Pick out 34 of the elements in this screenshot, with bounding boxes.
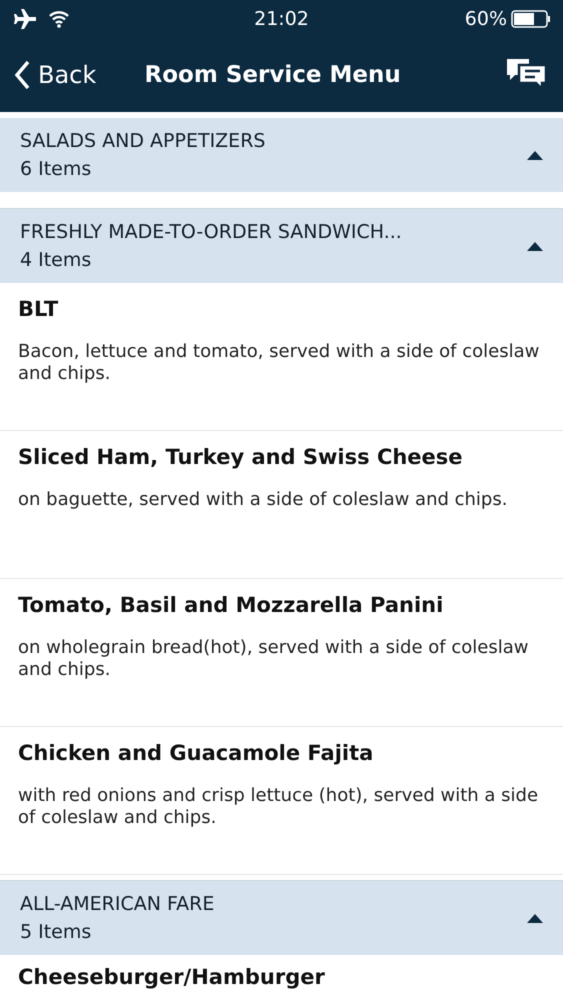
category-title: ALL-AMERICAN FARE <box>20 893 216 915</box>
item-name: Tomato, Basil and Mozzarella Panini <box>18 593 444 617</box>
item-description: Bacon, lettuce and tomato, served with a side of coleslaw and chips. <box>18 341 540 384</box>
battery-percent: 60% <box>464 8 508 30</box>
menu-item[interactable]: Sliced Ham, Turkey and Swiss Cheese on baguette, served with a side of coleslaw and chips. <box>0 431 563 579</box>
battery-icon <box>511 10 552 28</box>
item-name: Cheeseburger/Hamburger <box>18 965 326 989</box>
category-header[interactable]: ALL-AMERICAN FARE 5 Items <box>0 881 563 955</box>
menu-item[interactable]: BLT Bacon, lettuce and tomato, served with a side of coleslaw and chips. <box>0 283 563 431</box>
item-count: 6 Items <box>20 158 92 180</box>
item-count: 5 Items <box>20 921 92 943</box>
status-time: 21:02 <box>254 8 309 30</box>
menu-item[interactable]: Chicken and Guacamole Fajita with red onions and crisp lettuce (hot), served with a side of coleslaw and chips. <box>0 727 563 875</box>
item-name: Sliced Ham, Turkey and Swiss Cheese <box>18 445 464 469</box>
menu-item[interactable]: Tomato, Basil and Mozzarella Panini on wholegrain bread(hot), served with a side of coleslaw and chips. <box>0 579 563 727</box>
item-name: Chicken and Guacamole Fajita <box>18 741 374 765</box>
screen-title: Room Service Menu <box>144 62 402 88</box>
back-chevron-icon <box>14 60 30 90</box>
menu-item[interactable]: Cheeseburger/Hamburger <box>0 955 563 989</box>
airplane-icon <box>12 9 36 29</box>
item-description: on wholegrain bread(hot), served with a side of coleslaw and chips. <box>18 637 530 680</box>
back-button[interactable]: Back <box>14 60 96 90</box>
wifi-icon <box>48 10 70 28</box>
caret-up-icon <box>527 242 543 250</box>
category-title: SALADS AND APPETIZERS <box>20 130 266 152</box>
item-description: on baguette, served with a side of coleslaw and chips. <box>18 489 508 511</box>
caret-up-icon <box>527 914 543 922</box>
caret-up-icon <box>527 150 543 160</box>
item-name: BLT <box>18 297 60 321</box>
category-header[interactable]: SALADS AND APPETIZERS 6 Items <box>0 118 563 192</box>
item-description: with red onions and crisp lettuce (hot), served with a side of coleslaw and chips. <box>18 785 540 828</box>
category-title: FRESHLY MADE-TO-ORDER SANDWICH... <box>20 221 403 243</box>
category-header[interactable]: FRESHLY MADE-TO-ORDER SANDWICH... 4 Items <box>0 209 563 283</box>
item-count: 4 Items <box>20 249 92 271</box>
